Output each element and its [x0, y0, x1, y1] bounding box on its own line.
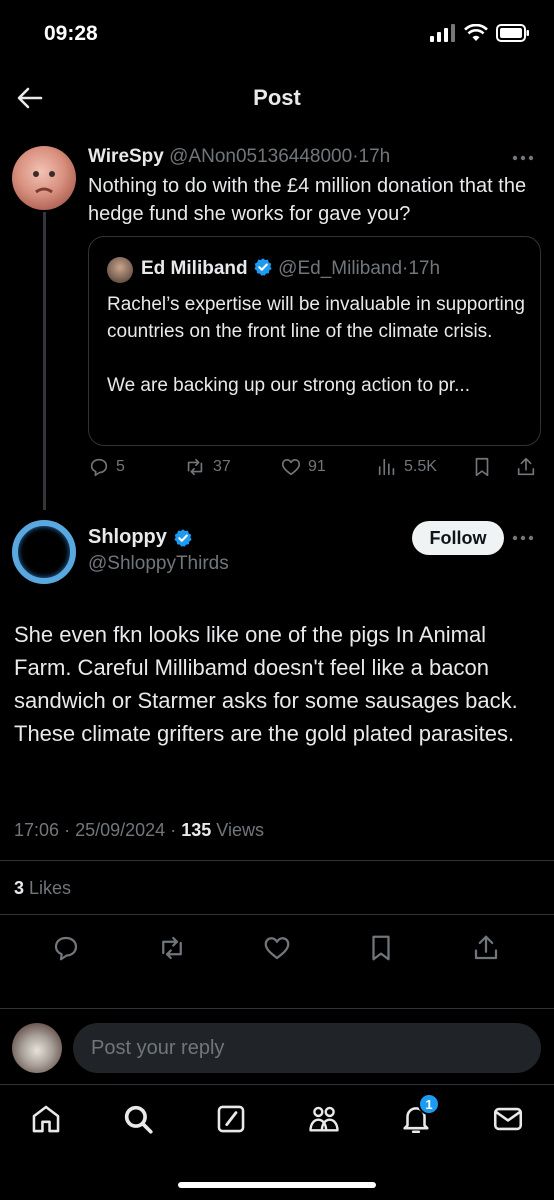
more-button[interactable]	[512, 524, 534, 547]
author-handle[interactable]: @ShloppyThirds	[88, 553, 229, 575]
reply-input[interactable]	[73, 1023, 541, 1073]
quoted-post-header: Ed Miliband @Ed_Miliband·17h	[141, 257, 440, 280]
messages-icon	[493, 1107, 523, 1131]
status-time: 09:28	[44, 22, 98, 45]
quoted-post[interactable]: Ed Miliband @Ed_Miliband·17h Rachel’s ex…	[88, 236, 541, 446]
post-actions	[0, 930, 554, 966]
more-button[interactable]	[512, 144, 534, 167]
like-count: 91	[308, 458, 326, 475]
views-label: Views	[216, 820, 264, 840]
reply-icon	[90, 458, 108, 477]
like-icon	[264, 937, 290, 960]
bookmark-icon	[475, 457, 489, 477]
author-name-row[interactable]: Shloppy	[88, 526, 193, 549]
post-time: 17h	[408, 258, 441, 279]
likes-summary[interactable]: 3 Likes	[14, 878, 71, 899]
separator-dot: ·	[64, 820, 71, 840]
divider	[0, 914, 554, 915]
reply-composer	[0, 1008, 554, 1084]
views-button[interactable]: 5.5K	[376, 456, 437, 478]
views-icon	[378, 458, 395, 476]
share-button[interactable]	[468, 930, 504, 966]
reply-button[interactable]: 5	[88, 456, 125, 478]
verified-icon	[174, 528, 192, 547]
separator-dot: ·	[170, 820, 177, 840]
author-name[interactable]: WireSpy	[88, 146, 164, 167]
tab-communities[interactable]	[304, 1099, 344, 1139]
views-count: 135	[181, 820, 212, 840]
bookmark-button[interactable]	[363, 930, 399, 966]
tab-compose[interactable]	[211, 1099, 251, 1139]
post-text: Nothing to do with the £4 million donati…	[88, 175, 527, 225]
likes-label: Likes	[29, 878, 72, 898]
tab-home[interactable]	[26, 1099, 66, 1139]
repost-button[interactable]	[154, 930, 190, 966]
views-count: 5.5K	[404, 458, 437, 475]
communities-icon	[309, 1106, 339, 1132]
bookmark-button[interactable]	[471, 456, 493, 478]
post-text: She even fkn looks like one of the pigs …	[14, 622, 518, 746]
author-handle[interactable]: @ANon05136448000	[169, 146, 352, 167]
signal-icon	[430, 24, 455, 42]
avatar	[107, 257, 133, 283]
avatar[interactable]	[12, 1023, 62, 1073]
avatar[interactable]	[12, 520, 76, 584]
like-button[interactable]: 91	[280, 456, 326, 478]
author-name[interactable]: Shloppy	[88, 526, 167, 549]
battery-icon	[496, 24, 529, 42]
parent-post-actions: 5 37 91 5.5K	[88, 456, 540, 486]
compose-icon	[217, 1105, 245, 1133]
reply-button[interactable]	[48, 930, 84, 966]
post-date: 25/09/2024	[75, 820, 166, 840]
search-icon	[124, 1105, 153, 1134]
likes-count: 3	[14, 878, 25, 898]
more-icon	[512, 155, 534, 161]
author-handle: @Ed_Miliband	[278, 258, 403, 279]
verified-icon	[254, 258, 272, 276]
parent-post-header: WireSpy @ANon05136448000·17h	[88, 146, 390, 168]
reply-icon	[54, 936, 78, 961]
repost-count: 37	[213, 458, 231, 475]
author-name: Ed Miliband	[141, 258, 248, 279]
tab-search[interactable]	[118, 1099, 158, 1139]
post-time: 17h	[358, 146, 391, 167]
reply-count: 5	[116, 458, 125, 475]
quoted-post-text: Rachel’s expertise will be invaluable in…	[107, 294, 525, 396]
like-button[interactable]	[259, 930, 295, 966]
divider	[0, 860, 554, 861]
post-time: 17:06	[14, 820, 60, 840]
repost-button[interactable]: 37	[183, 456, 231, 478]
post-header: Post	[0, 66, 554, 130]
more-icon	[512, 535, 534, 541]
wifi-icon	[464, 24, 488, 41]
tab-notifications[interactable]: 1	[396, 1093, 440, 1139]
status-icons	[430, 24, 530, 42]
bookmark-icon	[372, 935, 390, 961]
home-icon	[32, 1105, 60, 1133]
tab-messages[interactable]	[488, 1099, 528, 1139]
home-indicator	[178, 1182, 376, 1188]
post-meta: 17:06 · 25/09/2024 · 135 Views	[14, 820, 264, 841]
avatar[interactable]	[12, 146, 76, 210]
notification-badge: 1	[418, 1093, 440, 1115]
share-icon	[517, 457, 535, 476]
status-bar: 09:28	[0, 0, 554, 66]
follow-button[interactable]: Follow	[412, 521, 504, 555]
share-button[interactable]	[515, 456, 537, 478]
repost-icon	[187, 458, 203, 476]
thread-connector	[43, 212, 46, 510]
face-icon	[33, 171, 55, 194]
repost-icon	[162, 936, 182, 960]
page-title: Post	[253, 85, 301, 110]
like-icon	[281, 459, 301, 476]
share-icon	[474, 935, 498, 960]
